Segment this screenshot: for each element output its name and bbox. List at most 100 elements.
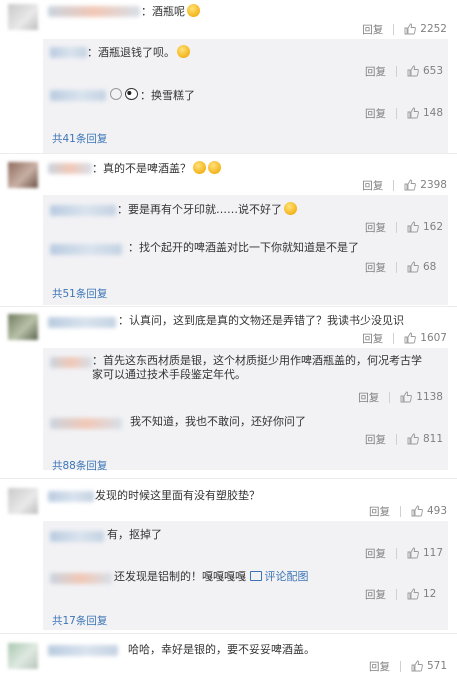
like-count: 1138: [416, 391, 443, 403]
emoji-icon: [284, 202, 297, 215]
reply-text: ：换雪糕了: [110, 88, 195, 103]
reply-button[interactable]: 回复: [365, 546, 386, 561]
action-divider: [399, 660, 401, 672]
avatar[interactable]: [8, 643, 38, 669]
comment-actions: 回复 493: [369, 504, 447, 518]
reply-actions: 回复 148: [365, 106, 443, 120]
username[interactable]: [48, 491, 94, 502]
action-divider: [395, 547, 397, 559]
thumbs-up-icon[interactable]: [404, 332, 417, 344]
thumbs-up-icon[interactable]: [407, 588, 419, 600]
thumbs-up-icon[interactable]: [407, 65, 419, 77]
comment-text: 发现的时候这里面有没有塑胶垫？: [95, 489, 260, 502]
action-divider: [399, 505, 401, 517]
reply-button[interactable]: 回复: [362, 331, 383, 346]
avatar[interactable]: [8, 488, 38, 514]
username[interactable]: [48, 645, 118, 656]
badge-icon: [110, 88, 122, 100]
username[interactable]: [50, 418, 122, 429]
reply-text: 我不知道，我也不敢问，还好你问了: [130, 415, 306, 428]
reply-button[interactable]: 回复: [365, 106, 386, 121]
reply-button[interactable]: 回复: [362, 22, 383, 37]
username[interactable]: [50, 531, 104, 542]
thumbs-up-icon[interactable]: [407, 547, 419, 559]
reply-text: 有，抠掉了: [107, 528, 162, 541]
reply-actions: 回复 811: [365, 432, 443, 446]
emoji-icon: [208, 161, 221, 174]
emoji-icon: [177, 45, 190, 58]
more-replies-link[interactable]: 共17条回复: [52, 613, 107, 628]
more-replies-link[interactable]: 共88条回复: [52, 458, 107, 473]
reply-text: ：首先这东西材质是银，这个材质挺少用作啤酒瓶盖的，何况考古学家可以通过技术手段鉴…: [92, 354, 422, 381]
comment-image-link[interactable]: 评论配图: [265, 570, 309, 583]
reply-actions: 回复 1138: [358, 390, 443, 404]
thumbs-up-icon[interactable]: [411, 505, 423, 517]
username[interactable]: [50, 90, 106, 101]
action-divider: [396, 588, 397, 600]
reply-text: ：酒瓶退钱了呗。: [87, 45, 190, 60]
action-divider: [389, 391, 391, 403]
reply-text: 还发现是铝制的！嘎嘎嘎嘎 评论配图: [114, 570, 309, 583]
reply-text: ：找个起开的啤酒盖对比一下你就知道是不是了: [128, 241, 359, 254]
action-divider: [395, 433, 397, 445]
reply-button[interactable]: 回复: [365, 432, 386, 447]
action-divider: [393, 179, 395, 191]
comment-text: ：真的不是啤酒盖？: [92, 161, 221, 176]
reply-button[interactable]: 回复: [369, 659, 390, 674]
thumbs-up-icon[interactable]: [407, 107, 419, 119]
thread-divider: [0, 306, 457, 307]
like-count: 68: [423, 261, 437, 273]
like-count: 493: [426, 505, 447, 517]
thread-divider: [0, 478, 457, 479]
reply-button[interactable]: 回复: [362, 178, 383, 193]
username[interactable]: [50, 357, 92, 368]
thumbs-up-icon[interactable]: [404, 23, 417, 35]
thread-divider: [0, 633, 457, 634]
thumbs-up-icon[interactable]: [411, 660, 423, 672]
avatar[interactable]: [8, 314, 38, 340]
action-divider: [393, 332, 395, 344]
reply-actions: 回复 162: [365, 220, 443, 234]
like-count: 1607: [420, 332, 447, 344]
more-replies-link[interactable]: 共41条回复: [52, 131, 107, 146]
comment-actions: 回复 2398: [362, 178, 447, 192]
username[interactable]: [50, 205, 116, 216]
avatar[interactable]: [8, 162, 38, 188]
like-count: 117: [422, 547, 443, 559]
thumbs-up-icon[interactable]: [407, 433, 419, 445]
comment-actions: 回复 571: [369, 659, 447, 673]
reply-button[interactable]: 回复: [358, 390, 379, 405]
username[interactable]: [48, 6, 140, 17]
username[interactable]: [48, 317, 116, 328]
like-count: 653: [422, 65, 443, 77]
reply-button[interactable]: 回复: [365, 64, 386, 79]
thumbs-up-icon[interactable]: [407, 261, 419, 273]
like-count: 2398: [420, 179, 447, 191]
reply-button[interactable]: 回复: [365, 587, 386, 602]
thread-divider: [0, 153, 457, 154]
like-count: 811: [422, 433, 443, 445]
like-count: 2252: [420, 23, 447, 35]
username[interactable]: [48, 163, 92, 174]
username[interactable]: [50, 47, 87, 58]
reply-button[interactable]: 回复: [365, 260, 386, 275]
like-count: 148: [422, 107, 443, 119]
more-replies-link[interactable]: 共51条回复: [52, 286, 107, 301]
emoji-icon: [187, 4, 200, 17]
username[interactable]: [50, 573, 112, 584]
thumbs-up-icon[interactable]: [400, 391, 413, 403]
comment-actions: 回复 2252: [362, 22, 447, 36]
thumbs-up-icon[interactable]: [407, 221, 419, 233]
thumbs-up-icon[interactable]: [404, 179, 417, 191]
username[interactable]: [50, 244, 122, 255]
reply-button[interactable]: 回复: [365, 220, 386, 235]
avatar[interactable]: [8, 4, 38, 30]
reply-button[interactable]: 回复: [369, 504, 390, 519]
reply-actions: 回复 12: [365, 587, 443, 601]
image-icon: [249, 571, 262, 581]
comment-text: 哈哈，幸好是银的，要不妥妥啤酒盖。: [128, 643, 315, 656]
action-divider: [395, 107, 397, 119]
action-divider: [396, 261, 397, 273]
action-divider: [395, 65, 397, 77]
comment-text: ：认真问，这到底是真的文物还是弄错了？我读书少没见识: [118, 314, 404, 327]
